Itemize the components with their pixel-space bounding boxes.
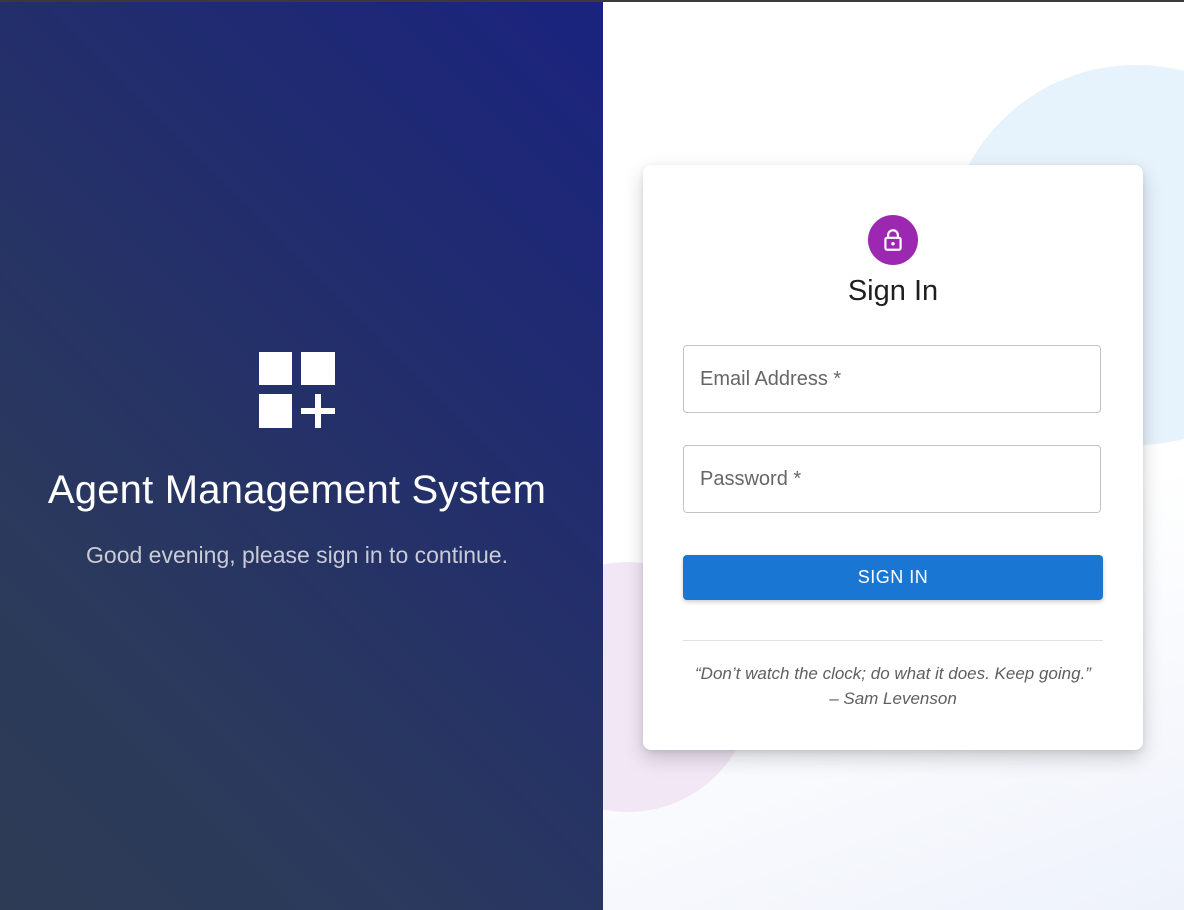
quote-text: “Don’t watch the clock; do what it does.…: [695, 664, 1091, 683]
dashboard-add-icon: [259, 352, 335, 428]
window-top-border: [0, 0, 1184, 2]
password-field[interactable]: [683, 445, 1101, 513]
app-title: Agent Management System: [47, 468, 547, 512]
signin-card: Sign In SIGN IN “Don’t watch the clock; …: [643, 165, 1143, 750]
lock-avatar: [868, 215, 918, 265]
password-input[interactable]: [684, 446, 1100, 512]
quote-author: – Sam Levenson: [829, 689, 957, 708]
divider: [683, 640, 1103, 641]
lock-icon: [884, 229, 902, 251]
signin-panel: Sign In SIGN IN “Don’t watch the clock; …: [603, 0, 1184, 910]
greeting-text: Good evening, please sign in to continue…: [86, 542, 508, 568]
motivational-quote: “Don’t watch the clock; do what it does.…: [643, 661, 1143, 711]
signin-title: Sign In: [847, 275, 939, 307]
login-page: Agent Management System Good evening, pl…: [0, 0, 1184, 910]
email-field[interactable]: [683, 345, 1101, 413]
brand-panel: Agent Management System Good evening, pl…: [0, 0, 603, 910]
email-input[interactable]: [684, 346, 1100, 412]
signin-button[interactable]: SIGN IN: [683, 555, 1103, 600]
